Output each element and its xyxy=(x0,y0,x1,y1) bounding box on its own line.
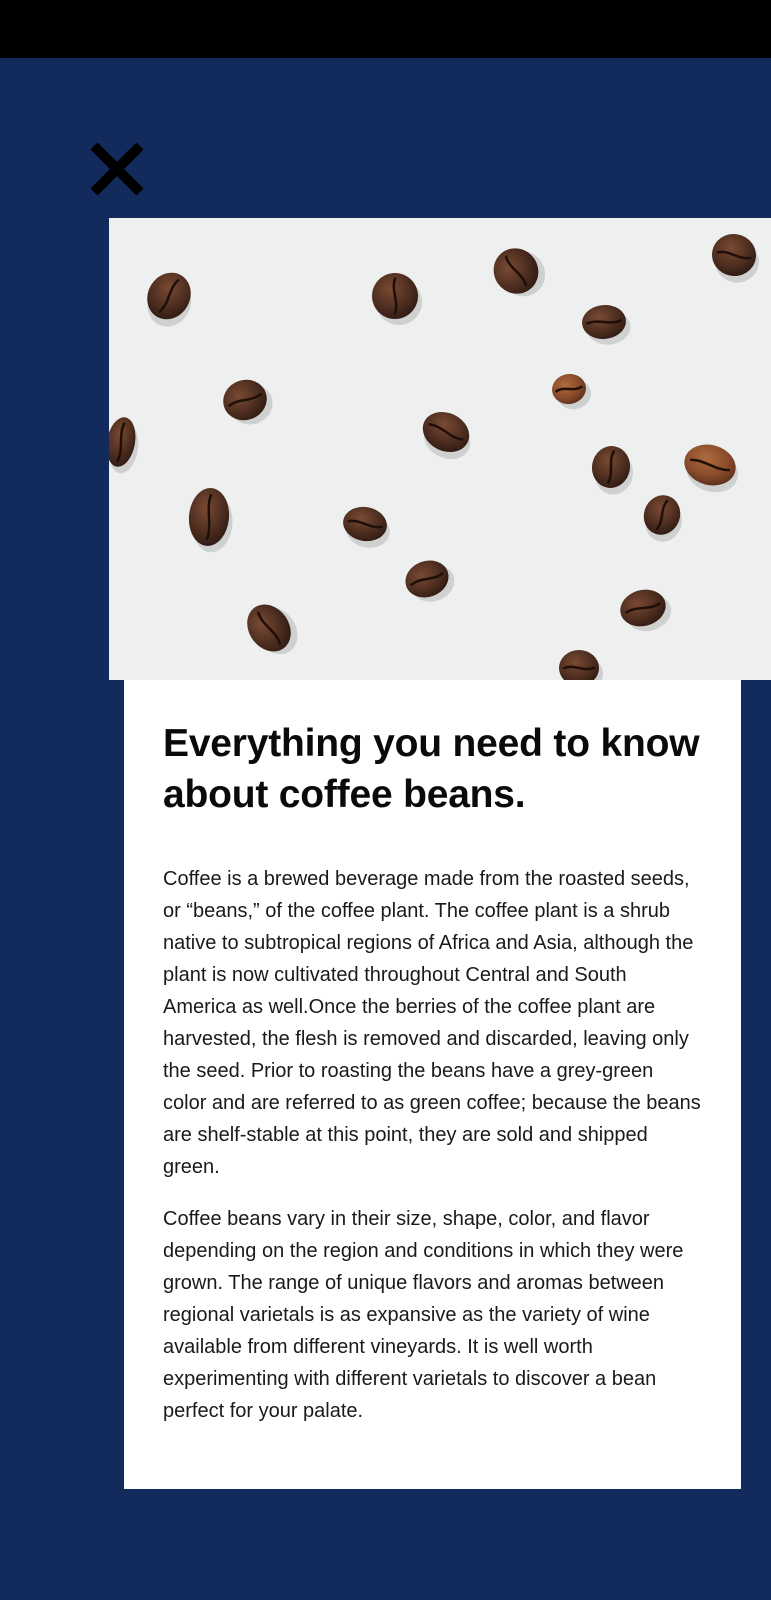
article-card: Everything you need to know about coffee… xyxy=(124,680,741,1489)
article-paragraph-2: Coffee beans vary in their size, shape, … xyxy=(163,1208,684,1422)
coffee-beans-image xyxy=(109,218,771,680)
status-bar xyxy=(0,0,771,58)
close-button[interactable] xyxy=(88,140,146,198)
article-paragraph-1: Coffee is a brewed beverage made from th… xyxy=(163,868,701,1178)
close-icon xyxy=(90,142,144,196)
coffee-beans-illustration xyxy=(109,218,771,680)
article-title: Everything you need to know about coffee… xyxy=(163,722,700,816)
